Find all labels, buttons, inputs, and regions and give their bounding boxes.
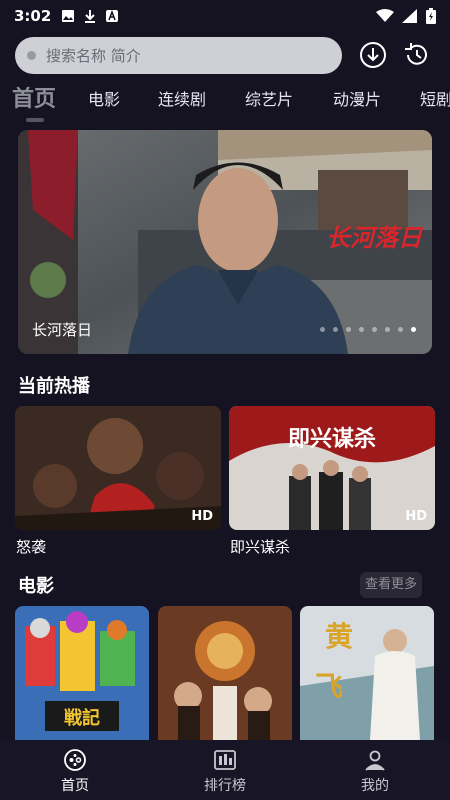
download-icon xyxy=(85,10,96,23)
nav-mine-label: 我的 xyxy=(361,778,389,794)
movie-section-title: 电影 xyxy=(18,576,54,597)
image-icon xyxy=(62,10,75,22)
carousel-dot[interactable] xyxy=(346,327,351,332)
hot-card-title[interactable]: 即兴谋杀 xyxy=(230,536,290,557)
hot-card[interactable]: HD xyxy=(15,406,221,530)
movie-poster[interactable]: 戦記 xyxy=(15,606,149,740)
nav-ranking-label: 排行榜 xyxy=(204,778,246,794)
nav-home[interactable]: 首页 xyxy=(0,740,150,800)
banner-logo: 长河落日 xyxy=(326,223,422,252)
battery-icon xyxy=(426,8,436,24)
poster-image: 黄 飞 xyxy=(300,606,434,740)
status-bar: 3:02 xyxy=(0,0,450,32)
movie-poster[interactable] xyxy=(158,606,292,740)
tab-variety[interactable]: 综艺片 xyxy=(245,82,293,118)
carousel-dot[interactable] xyxy=(372,327,377,332)
view-more-button[interactable]: 查看更多 xyxy=(360,572,422,598)
hot-section-title: 当前热播 xyxy=(18,376,90,397)
bottom-nav: 首页 排行榜 我的 xyxy=(0,740,450,800)
signal-icon xyxy=(402,9,417,23)
nav-mine[interactable]: 我的 xyxy=(300,740,450,800)
search-placeholder: 搜索名称 简介 xyxy=(46,47,141,65)
movie-poster[interactable]: 黄 飞 xyxy=(300,606,434,740)
tab-home[interactable]: 首页 xyxy=(12,82,56,118)
carousel-dot-active[interactable] xyxy=(411,327,416,332)
carousel-dot[interactable] xyxy=(398,327,403,332)
tab-short[interactable]: 短剧 xyxy=(420,82,450,118)
svg-text:即兴谋杀: 即兴谋杀 xyxy=(288,426,376,452)
hd-badge: HD xyxy=(405,509,427,524)
carousel-dot[interactable] xyxy=(320,327,325,332)
tab-movie[interactable]: 电影 xyxy=(88,82,120,118)
hot-card-title[interactable]: 怒袭 xyxy=(16,536,46,557)
tab-series[interactable]: 连续剧 xyxy=(158,82,206,118)
user-icon xyxy=(365,750,385,771)
search-input[interactable]: 搜索名称 简介 xyxy=(15,37,342,74)
download-icon[interactable] xyxy=(358,40,388,70)
wifi-icon xyxy=(376,9,394,22)
status-time: 3:02 xyxy=(14,7,52,25)
carousel-dot[interactable] xyxy=(359,327,364,332)
nav-home-label: 首页 xyxy=(61,778,89,794)
svg-text:黄: 黄 xyxy=(325,620,353,653)
nav-ranking[interactable]: 排行榜 xyxy=(150,740,300,800)
tab-indicator xyxy=(26,118,44,122)
hd-badge: HD xyxy=(191,509,213,524)
carousel-dot[interactable] xyxy=(385,327,390,332)
banner-carousel[interactable]: 长河落日 长河落日 xyxy=(18,130,432,354)
font-icon xyxy=(106,9,119,22)
category-tabs: 首页 电影 连续剧 综艺片 动漫片 短剧 xyxy=(0,82,450,126)
svg-text:飞: 飞 xyxy=(315,670,343,703)
carousel-dot[interactable] xyxy=(333,327,338,332)
carousel-dots xyxy=(320,327,416,332)
tab-anime[interactable]: 动漫片 xyxy=(333,82,381,118)
svg-text:戦記: 戦記 xyxy=(64,707,100,729)
ranking-icon xyxy=(214,750,236,770)
history-icon[interactable] xyxy=(402,40,432,70)
poster-image: 戦記 xyxy=(15,606,149,740)
search-dot-icon xyxy=(27,51,36,60)
banner-title: 长河落日 xyxy=(32,321,93,339)
hot-card-image xyxy=(15,406,221,530)
hot-card[interactable]: 即兴谋杀 HD xyxy=(229,406,435,530)
poster-image xyxy=(158,606,292,740)
hot-card-image: 即兴谋杀 xyxy=(229,406,435,530)
gamepad-icon xyxy=(64,749,86,771)
